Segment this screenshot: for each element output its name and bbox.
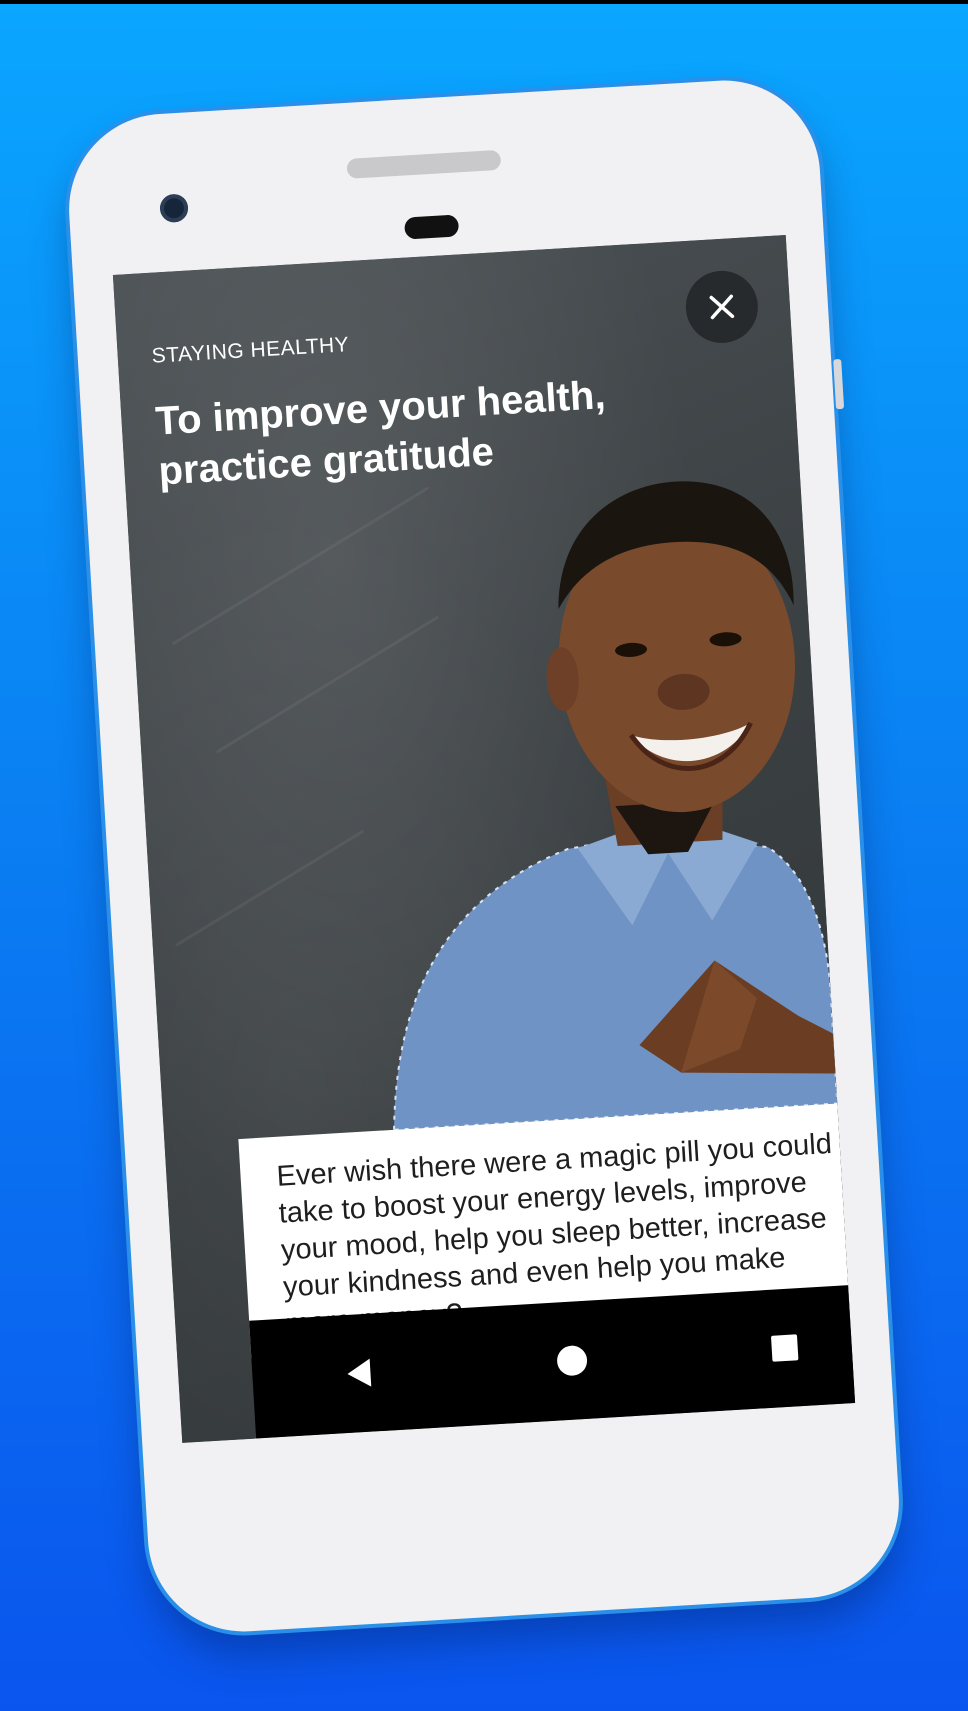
back-triangle-icon xyxy=(347,1358,371,1387)
recents-button[interactable] xyxy=(753,1316,816,1379)
phone-side-button xyxy=(833,358,845,410)
home-circle-icon xyxy=(557,1345,588,1376)
back-button[interactable] xyxy=(327,1342,390,1405)
proximity-sensor xyxy=(403,214,460,240)
close-icon xyxy=(709,294,735,320)
home-button[interactable] xyxy=(540,1329,603,1392)
top-strip xyxy=(0,0,968,4)
recents-square-icon xyxy=(771,1334,799,1362)
phone-mockup: STAYING HEALTHY To improve your health, … xyxy=(63,75,905,1637)
app-screen: STAYING HEALTHY To improve your health, … xyxy=(112,235,856,1443)
